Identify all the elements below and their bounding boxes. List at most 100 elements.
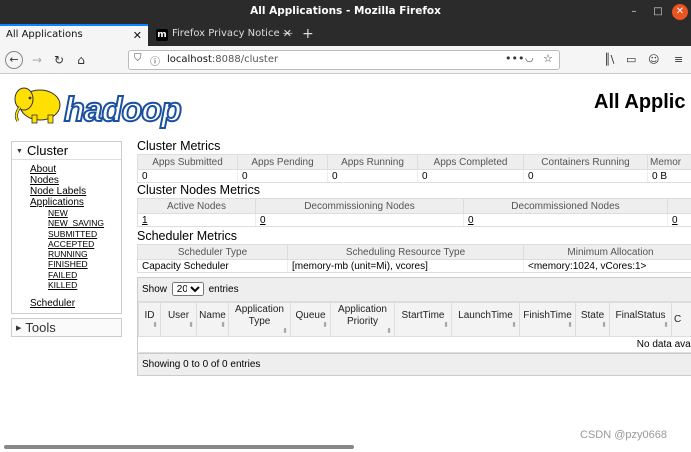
sidebar-link-node-labels[interactable]: Node Labels — [30, 186, 121, 197]
sidebar-link-nodes[interactable]: Nodes — [30, 175, 121, 186]
sidebar-icon[interactable]: ▭ — [626, 53, 636, 66]
table-header: Apps Running — [327, 154, 418, 170]
column-header-c[interactable]: C — [671, 302, 691, 337]
library-icon[interactable]: ║\ — [604, 53, 614, 66]
table-header-row: ID ⬍ User ⬍ Name ⬍ Application Type ⬍ Queue ⬍… — [138, 302, 691, 337]
table-row: No data availabl — [138, 336, 691, 353]
table-header: Apps Submitted — [137, 154, 238, 170]
scheduler-metrics-table: Scheduler Type Scheduling Resource Type … — [137, 244, 691, 273]
cluster-header[interactable]: ▼ Cluster — [12, 142, 121, 160]
sort-icon: ⬍ — [567, 322, 573, 329]
page-length-control: Show 20 entries — [138, 278, 691, 302]
table-header: Memor — [647, 154, 691, 170]
url-path: :8088/cluster — [211, 54, 279, 65]
table-header: Decommissioning Nodes — [255, 198, 464, 214]
account-icon[interactable]: ☺ — [648, 53, 659, 66]
sort-icon: ⬍ — [601, 322, 607, 329]
table-row: Capacity Scheduler [memory-mb (unit=Mi),… — [137, 259, 691, 273]
table-header: Minimum Allocation — [523, 244, 691, 260]
cluster-metrics-table: Apps Submitted Apps Pending Apps Running… — [137, 154, 691, 183]
column-header-application-type[interactable]: Application Type ⬍ — [228, 302, 291, 337]
entries-label: entries — [208, 284, 239, 295]
reload-icon[interactable]: ↻ — [50, 51, 68, 69]
tools-label: Tools — [25, 320, 56, 336]
tab-firefox-privacy-notice[interactable]: m Firefox Privacy Notice — ✕ — [150, 24, 298, 46]
tab-strip: All Applications ✕ m Firefox Privacy Noti… — [0, 24, 691, 46]
url-text[interactable]: localhost:8088/cluster — [167, 54, 278, 65]
table-header: Scheduler Type — [137, 244, 288, 260]
column-header-application-priority[interactable]: Application Priority ⬍ — [330, 302, 395, 337]
home-icon[interactable]: ⌂ — [72, 51, 90, 69]
column-header-finish-time[interactable]: FinishTime ⬍ — [519, 302, 576, 337]
sidebar: ▼ Cluster About Nodes Node Labels Applica… — [11, 141, 122, 338]
bookmark-star-icon[interactable]: ☆ — [543, 52, 553, 65]
sidebar-link-new-saving[interactable]: NEW_SAVING — [48, 218, 121, 228]
close-tab-icon[interactable]: ✕ — [283, 27, 292, 40]
forward-icon[interactable]: → — [28, 51, 46, 69]
tools-section[interactable]: ▶ Tools — [11, 318, 122, 338]
shield-icon[interactable]: ⛉ — [134, 53, 142, 64]
nodes-metric-link[interactable]: 0 — [667, 213, 691, 227]
column-header-state[interactable]: State ⬍ — [575, 302, 610, 337]
table-header-row: Scheduler Type Scheduling Resource Type … — [137, 244, 691, 260]
sidebar-link-accepted[interactable]: ACCEPTED — [48, 239, 121, 249]
page-actions-icon[interactable]: ••• — [505, 52, 524, 65]
sidebar-link-finished[interactable]: FINISHED — [48, 259, 121, 269]
sidebar-link-about[interactable]: About — [30, 164, 121, 175]
main-content: Cluster Metrics Apps Submitted Apps Pend… — [137, 139, 691, 376]
info-icon[interactable]: ⓘ — [150, 53, 160, 68]
window-title: All Applications - Mozilla Firefox — [250, 5, 441, 17]
sidebar-link-submitted[interactable]: SUBMITTED — [48, 229, 121, 239]
column-header-user[interactable]: User ⬍ — [160, 302, 197, 337]
sidebar-link-new[interactable]: NEW — [48, 208, 121, 218]
active-nodes-link[interactable]: 1 — [137, 213, 256, 227]
expand-triangle-icon: ▶ — [16, 325, 22, 333]
decommissioned-nodes-link[interactable]: 0 — [463, 213, 668, 227]
menu-icon[interactable]: ≡ — [674, 53, 683, 66]
tab-all-applications[interactable]: All Applications ✕ — [0, 24, 148, 46]
tab-label: All Applications — [6, 29, 83, 40]
back-icon[interactable]: ← — [5, 51, 23, 69]
applications-panel: Show 20 entries ID ⬍ User ⬍ Name ⬍ Applicat… — [137, 277, 691, 376]
show-label: Show — [142, 284, 168, 295]
decommissioning-nodes-link[interactable]: 0 — [255, 213, 464, 227]
column-header-id[interactable]: ID ⬍ — [138, 302, 161, 337]
sort-icon: ⬍ — [220, 322, 226, 329]
url-bar[interactable]: ⛉ ⓘ localhost:8088/cluster ••• ◡ ☆ — [128, 50, 560, 70]
sidebar-link-killed[interactable]: KILLED — [48, 280, 121, 290]
minimize-button[interactable]: – — [626, 4, 642, 20]
tools-header[interactable]: ▶ Tools — [12, 319, 121, 336]
sidebar-link-failed[interactable]: FAILED — [48, 270, 121, 280]
close-window-button[interactable]: ✕ — [672, 4, 688, 20]
cluster-metrics-title: Cluster Metrics — [137, 139, 221, 153]
table-cell: 0 — [327, 169, 418, 183]
close-tab-icon[interactable]: ✕ — [133, 29, 142, 42]
nodes-metrics-table: Active Nodes Decommissioning Nodes Decom… — [137, 198, 691, 227]
navigation-toolbar: ← → ↻ ⌂ ⛉ ⓘ localhost:8088/cluster ••• ◡… — [0, 46, 691, 74]
horizontal-scrollbar[interactable] — [4, 445, 354, 449]
sidebar-link-scheduler[interactable]: Scheduler — [30, 298, 121, 309]
app-state-links: NEW NEW_SAVING SUBMITTED ACCEPTED RUNNIN… — [30, 208, 121, 290]
table-cell: 0 B — [647, 169, 691, 183]
column-header-name[interactable]: Name ⬍ — [196, 302, 229, 337]
sidebar-link-applications[interactable]: Applications — [30, 197, 121, 208]
sort-icon: ⬍ — [188, 322, 194, 329]
maximize-button[interactable]: □ — [650, 4, 666, 20]
column-header-queue[interactable]: Queue ⬍ — [290, 302, 331, 337]
table-cell: 0 — [523, 169, 648, 183]
table-row: 1 0 0 0 — [137, 213, 691, 227]
page-title: All Applic — [594, 91, 686, 113]
pocket-icon[interactable]: ◡ — [525, 53, 534, 64]
table-header: Active Nodes — [137, 198, 256, 214]
new-tab-button[interactable]: + — [302, 26, 314, 42]
column-header-launch-time[interactable]: LaunchTime ⬍ — [451, 302, 520, 337]
column-header-start-time[interactable]: StartTime ⬍ — [394, 302, 452, 337]
tab-label: Firefox Privacy Notice — — [172, 28, 293, 39]
entries-per-page-select[interactable]: 20 — [171, 282, 204, 296]
table-cell: 0 — [137, 169, 238, 183]
collapse-triangle-icon: ▼ — [16, 148, 23, 155]
url-host: localhost — [167, 54, 212, 65]
column-header-final-status[interactable]: FinalStatus ⬍ — [609, 302, 672, 337]
sidebar-link-running[interactable]: RUNNING — [48, 249, 121, 259]
window-titlebar: All Applications - Mozilla Firefox – □ ✕ — [0, 0, 691, 24]
